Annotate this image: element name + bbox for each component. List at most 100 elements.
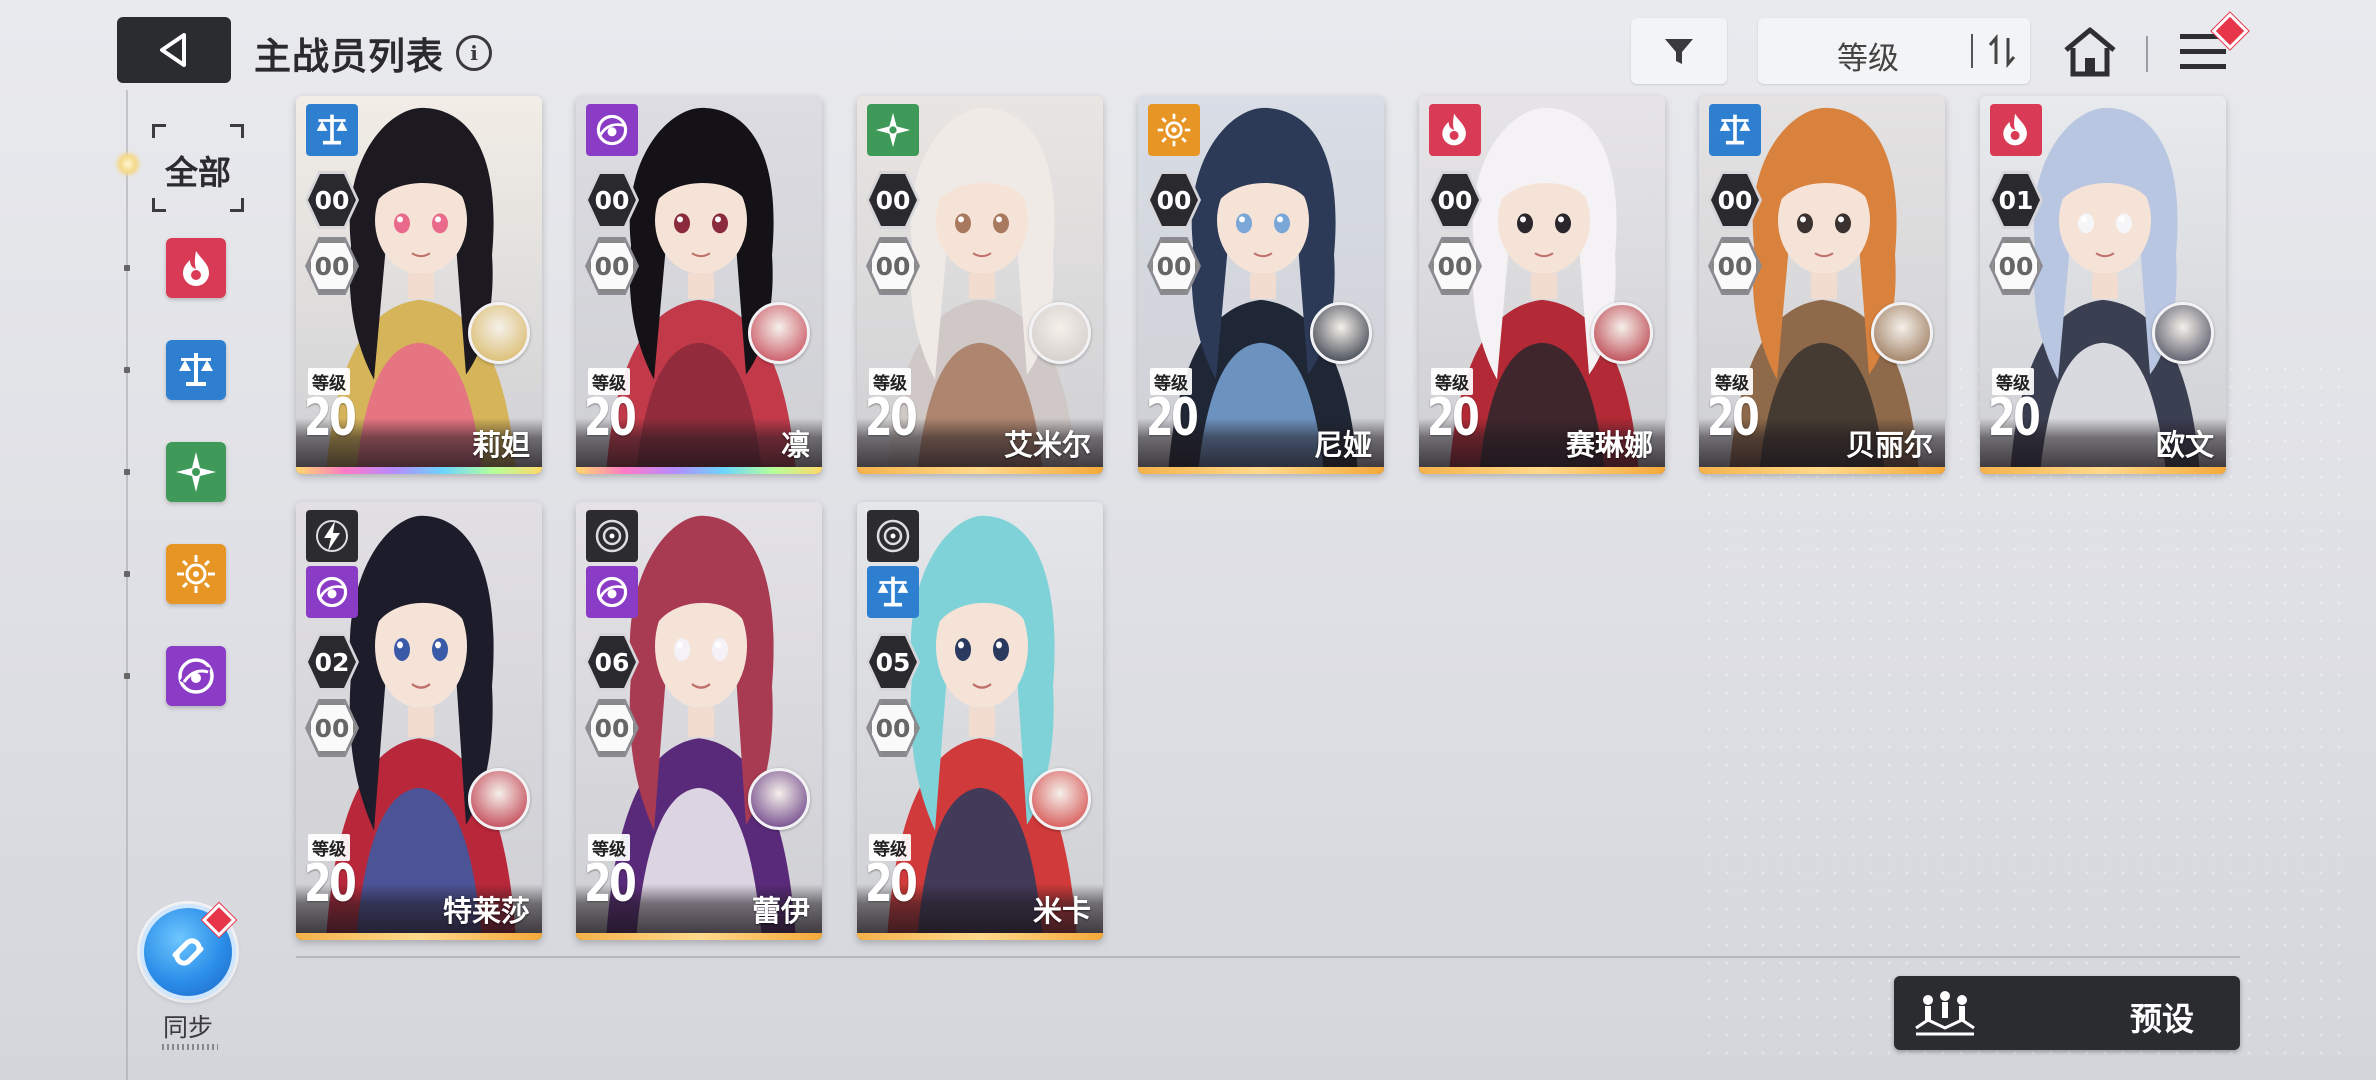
back-button[interactable] xyxy=(117,17,231,83)
operator-card[interactable]: 00 00 等级 20 贝丽尔 xyxy=(1699,96,1945,474)
balance-element-icon xyxy=(179,353,213,386)
operator-name: 凛 xyxy=(780,428,810,462)
filter-all[interactable]: 全部 xyxy=(152,124,244,212)
preset-label: 预设 xyxy=(2129,1000,2194,1038)
balance-element-icon xyxy=(867,566,919,618)
header-separator xyxy=(2146,36,2148,72)
funnel-icon xyxy=(1665,39,1693,64)
level-value: 20 xyxy=(1707,388,1760,448)
preset-button[interactable]: 预设 xyxy=(1894,976,2240,1050)
operator-card[interactable]: 00 00 等级 20 艾米尔 xyxy=(857,96,1103,474)
back-arrow-icon xyxy=(160,33,186,67)
sidebar-tick xyxy=(124,673,130,679)
balance-element-icon xyxy=(306,104,358,156)
level-value: 20 xyxy=(865,854,918,914)
eye-element-icon xyxy=(586,104,638,156)
rarity-strip xyxy=(1138,467,1384,474)
balance-element-icon xyxy=(1709,104,1761,156)
sidebar-tick xyxy=(124,469,130,475)
operator-name: 蕾伊 xyxy=(751,894,810,928)
companion-avatar xyxy=(468,768,530,830)
sync-link-icon xyxy=(172,938,204,966)
level-value: 20 xyxy=(304,388,357,448)
sun-element-icon xyxy=(1148,104,1200,156)
level-value: 20 xyxy=(304,854,357,914)
filter-eye[interactable] xyxy=(166,646,226,706)
sort-dropdown[interactable]: 等级 xyxy=(1758,18,2030,84)
sidebar-tick xyxy=(124,367,130,373)
operator-name: 特莱莎 xyxy=(442,894,530,928)
sort-order-toggle[interactable] xyxy=(1980,30,2024,72)
eye-element-icon xyxy=(178,658,214,694)
info-icon[interactable]: i xyxy=(456,35,492,71)
operator-card[interactable]: 00 00 等级 20 尼娅 xyxy=(1138,96,1384,474)
operator-name: 尼娅 xyxy=(1313,428,1372,462)
level-value: 20 xyxy=(865,388,918,448)
rarity-strip xyxy=(296,933,542,940)
operator-name: 艾米尔 xyxy=(1003,428,1091,462)
sync-progress-indicator xyxy=(162,1044,218,1050)
operator-name: 欧文 xyxy=(2155,428,2214,462)
level-value: 20 xyxy=(1988,388,2041,448)
eye-element-icon xyxy=(586,566,638,618)
eye-element-icon xyxy=(306,566,358,618)
filter-all-label: 全部 xyxy=(165,153,231,192)
rarity-strip xyxy=(576,933,822,940)
sync-label: 同步 xyxy=(162,1013,213,1042)
filter-button[interactable] xyxy=(1631,18,1727,84)
companion-avatar xyxy=(748,768,810,830)
companion-avatar xyxy=(1029,302,1091,364)
footer-divider xyxy=(296,956,2240,958)
home-button[interactable] xyxy=(2060,22,2120,82)
filter-fire[interactable] xyxy=(166,238,226,298)
operator-card[interactable]: 02 00 等级 20 特莱莎 xyxy=(296,502,542,940)
rarity-strip xyxy=(1980,467,2226,474)
operator-name: 米卡 xyxy=(1032,894,1091,928)
companion-avatar xyxy=(1310,302,1372,364)
fire-element-icon xyxy=(183,251,209,286)
level-value: 20 xyxy=(584,854,637,914)
companion-avatar xyxy=(1029,768,1091,830)
sort-label: 等级 xyxy=(1837,41,1899,77)
bolt-weapon-icon xyxy=(306,510,358,562)
sidebar-rail xyxy=(126,90,128,1080)
rarity-strip xyxy=(1419,467,1665,474)
filter-star[interactable] xyxy=(166,442,226,502)
home-icon xyxy=(2064,27,2116,77)
star-element-icon xyxy=(867,104,919,156)
target-weapon-icon xyxy=(586,510,638,562)
sort-arrows-icon xyxy=(1988,34,2016,68)
operator-name: 莉妲 xyxy=(471,428,530,462)
sun-element-icon xyxy=(177,555,215,593)
operator-card[interactable]: 05 00 等级 20 米卡 xyxy=(857,502,1103,940)
squad-preset-icon xyxy=(1915,991,1975,1036)
operator-card[interactable]: 00 00 等级 20 莉妲 xyxy=(296,96,542,474)
selection-sparkle-icon xyxy=(114,150,142,178)
rarity-strip xyxy=(576,467,822,474)
sort-divider xyxy=(1971,34,1973,68)
operator-card[interactable]: 00 00 等级 20 凛 xyxy=(576,96,822,474)
filter-sun[interactable] xyxy=(166,544,226,604)
fire-element-icon xyxy=(1429,104,1481,156)
rarity-strip xyxy=(296,467,542,474)
star-element-icon xyxy=(176,452,216,492)
companion-avatar xyxy=(1871,302,1933,364)
companion-avatar xyxy=(2152,302,2214,364)
companion-avatar xyxy=(1591,302,1653,364)
sidebar-tick xyxy=(124,571,130,577)
page-title: 主战员列表 xyxy=(254,35,444,78)
rarity-strip xyxy=(1699,467,1945,474)
fire-element-icon xyxy=(1990,104,2042,156)
rarity-strip xyxy=(857,933,1103,940)
companion-avatar xyxy=(468,302,530,364)
companion-avatar xyxy=(748,302,810,364)
rarity-strip xyxy=(857,467,1103,474)
operator-name: 赛琳娜 xyxy=(1565,428,1653,462)
filter-balance[interactable] xyxy=(166,340,226,400)
operator-card[interactable]: 06 00 等级 20 蕾伊 xyxy=(576,502,822,940)
operator-card[interactable]: 01 00 等级 20 欧文 xyxy=(1980,96,2226,474)
target-weapon-icon xyxy=(867,510,919,562)
level-value: 20 xyxy=(1427,388,1480,448)
operator-card[interactable]: 00 00 等级 20 赛琳娜 xyxy=(1419,96,1665,474)
level-value: 20 xyxy=(584,388,637,448)
